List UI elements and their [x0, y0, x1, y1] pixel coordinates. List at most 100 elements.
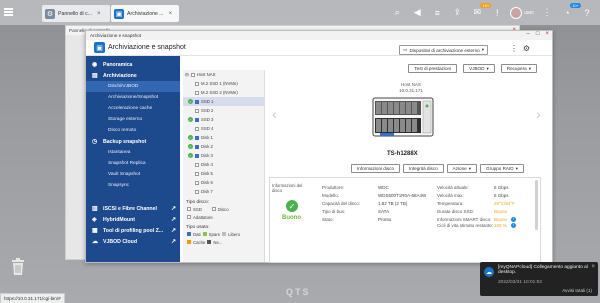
- tree-item-disk-6[interactable]: Disk 6: [183, 178, 264, 187]
- recover-button[interactable]: Recupera ▾: [500, 64, 537, 73]
- info-row: Durata disco SSD: Buono: [437, 208, 508, 214]
- disk-info-button[interactable]: Informazioni disco: [351, 164, 401, 173]
- sidebar-item-cache[interactable]: Accelerazione cache: [86, 103, 180, 114]
- sidebar-item-iscsi[interactable]: ▥ iSCSI e Fibre Channel ↗: [86, 203, 180, 214]
- main-menu-icon[interactable]: [4, 8, 13, 16]
- close-icon[interactable]: ×: [169, 11, 173, 17]
- usage-legend: Dati Spare Libero: [183, 230, 264, 238]
- info-icon[interactable]: i: [511, 216, 517, 222]
- tree-item-disk-2[interactable]: ✓ Disk 2: [183, 142, 264, 151]
- chevron-right-icon[interactable]: ›: [536, 106, 541, 122]
- info-row: Cicli di vita stimato restante: 100 % i: [437, 223, 516, 235]
- minimize-icon[interactable]: –: [527, 31, 530, 37]
- info-icon[interactable]: i: [510, 223, 516, 228]
- notification-toast[interactable]: ☁ × [myQNAPcloud] Collegamento aggiunto …: [480, 262, 598, 296]
- sidebar-item-hybridmount[interactable]: ◈ HybridMount ↗: [86, 214, 180, 225]
- help-icon[interactable]: ?: [580, 6, 594, 20]
- settings-icon[interactable]: ⚙: [523, 44, 530, 53]
- disk-icon: [195, 189, 199, 194]
- upload-icon[interactable]: ⇪: [450, 6, 464, 20]
- tree-item-disk-1[interactable]: ✓ Disk 1: [183, 133, 264, 142]
- sidebar-item-disks-vjbod[interactable]: Dischi/VJBOD: [86, 81, 180, 92]
- tasks-icon[interactable]: ≡: [430, 6, 444, 20]
- sidebar-item-snapshot-vault[interactable]: Vault Snapshot: [86, 169, 180, 180]
- volume-icon[interactable]: ◀: [410, 6, 424, 20]
- disk-icon: [211, 207, 216, 211]
- performance-test-button[interactable]: Test di prestazioni: [408, 64, 458, 73]
- disk-status: Buono: [282, 215, 301, 221]
- sidebar-nav: ◉ Panoramica ▤ Archiviazione Dischi/VJBO…: [86, 56, 180, 262]
- tree-item-m2-2[interactable]: M.2 SSD 2 (NVMe): [183, 88, 264, 97]
- storage-app-icon: ▣: [114, 8, 124, 19]
- disk-icon: [195, 117, 199, 122]
- sidebar-item-snapsync[interactable]: Snapsync: [86, 180, 180, 191]
- more-icon[interactable]: ⋮: [540, 6, 554, 20]
- nas-enclosure-image[interactable]: [372, 97, 434, 137]
- check-icon: ✓: [188, 144, 193, 149]
- sidebar-item-vjbod-cloud[interactable]: ☁ VJBOD Cloud ↗: [86, 236, 180, 247]
- alert-icon[interactable]: !: [490, 6, 504, 20]
- tree-item-ssd-3[interactable]: ✓ SSD 3: [183, 115, 264, 124]
- sidebar-item-remote-disk[interactable]: Disco remoto: [86, 125, 180, 136]
- tree-item-m2-1[interactable]: M.2 SSD 1 (NVMe): [183, 79, 264, 88]
- notification-icon[interactable]: ✉ 10+: [470, 2, 492, 20]
- dashboard-icon[interactable]: ◔ 10+: [560, 2, 581, 20]
- external-devices-dropdown[interactable]: ▭ Dispositivi di archiviazione esterno ▾: [399, 45, 488, 55]
- adapter-legend: Adattatore: [183, 213, 264, 221]
- sidebar-item-snapshot[interactable]: Istantanea: [86, 147, 180, 158]
- external-link-icon: ↗: [170, 228, 176, 234]
- cloud-icon: ☁: [484, 267, 494, 277]
- tree-item-ssd-2[interactable]: SSD 2: [183, 106, 264, 115]
- gear-icon: ⚙: [45, 8, 55, 19]
- sidebar-item-backup-snapshot[interactable]: ◷ Backup snapshot: [86, 136, 180, 147]
- sidebar-item-storage-snapshot[interactable]: Archiviazione/Snapshot: [86, 92, 180, 103]
- info-row: Produttore: WDC: [322, 184, 389, 190]
- tab-storage-snapshot[interactable]: ▣ Archiviazione ... ×: [111, 5, 179, 22]
- search-icon[interactable]: ⌕: [390, 6, 404, 20]
- info-row: Temperatura: 29°C/84°F: [437, 200, 515, 206]
- tab-control-panel[interactable]: ⚙ Pannello di c... ×: [42, 5, 110, 22]
- overview-icon: ◉: [92, 62, 98, 68]
- sidebar-item-storage[interactable]: ▤ Archiviazione: [86, 70, 180, 81]
- sidebar-item-snapshot-replica[interactable]: Snapshot Replica: [86, 158, 180, 169]
- action-button[interactable]: Azione ▾: [446, 164, 477, 173]
- avatar: [510, 6, 523, 19]
- info-row: Stato: Pronto: [322, 216, 392, 222]
- trash-icon[interactable]: [11, 258, 25, 275]
- close-icon[interactable]: ×: [97, 11, 101, 17]
- scrollbar[interactable]: [535, 180, 538, 230]
- vjbod-button[interactable]: VJBOD ▾: [463, 64, 495, 73]
- raid-group-button[interactable]: Gruppo RAID ▾: [480, 164, 524, 173]
- sidebar-item-external-storage[interactable]: Storage esterno: [86, 114, 180, 125]
- tree-root[interactable]: ⊟ Host NAS: [183, 70, 264, 79]
- iscsi-icon: ▥: [92, 206, 98, 212]
- tree-item-disk-7[interactable]: Disk 7: [183, 187, 264, 196]
- more-icon[interactable]: ⋮: [510, 44, 518, 53]
- disk-icon: [195, 108, 199, 113]
- disk-icon: [195, 171, 199, 176]
- maximize-icon[interactable]: □: [536, 31, 540, 37]
- disk-info-title: Informazioni del disco: [272, 183, 303, 193]
- all-notifications-link[interactable]: Avvisi totali (1): [562, 288, 592, 293]
- control-panel-sidebar: [66, 35, 86, 259]
- info-row: Modello: WDS500T1R0A-68A4W: [322, 192, 427, 198]
- disk-icon: [195, 135, 199, 140]
- close-icon[interactable]: ×: [545, 31, 549, 37]
- tree-item-disk-5[interactable]: Disk 5: [183, 169, 264, 178]
- info-row: Capacità del disco: 1.82 TB (2 TB): [322, 200, 408, 206]
- nas-model: TS-h1288X: [387, 151, 418, 157]
- disk-icon: [195, 144, 199, 149]
- info-row: Tipo di bus: SATA: [322, 208, 390, 214]
- tree-item-disk-3[interactable]: ✓ Disk 3: [183, 151, 264, 160]
- user-menu[interactable]: user: [510, 6, 534, 19]
- free-swatch: [222, 232, 227, 236]
- tree-item-ssd-1[interactable]: ✓ SSD 1: [183, 97, 264, 106]
- disk-type-legend: SSD Disco: [183, 205, 264, 213]
- sidebar-item-overview[interactable]: ◉ Panoramica: [86, 59, 180, 70]
- disk-integrity-button[interactable]: Integrità disco: [403, 164, 444, 173]
- tree-item-ssd-4[interactable]: SSD 4: [183, 124, 264, 133]
- chevron-left-icon[interactable]: ‹: [272, 106, 277, 122]
- sidebar-item-profiling-tool[interactable]: ▦ Tool di profiling pool Z... ↗: [86, 225, 180, 236]
- close-icon[interactable]: ×: [591, 264, 595, 270]
- tree-item-disk-4[interactable]: Disk 4: [183, 160, 264, 169]
